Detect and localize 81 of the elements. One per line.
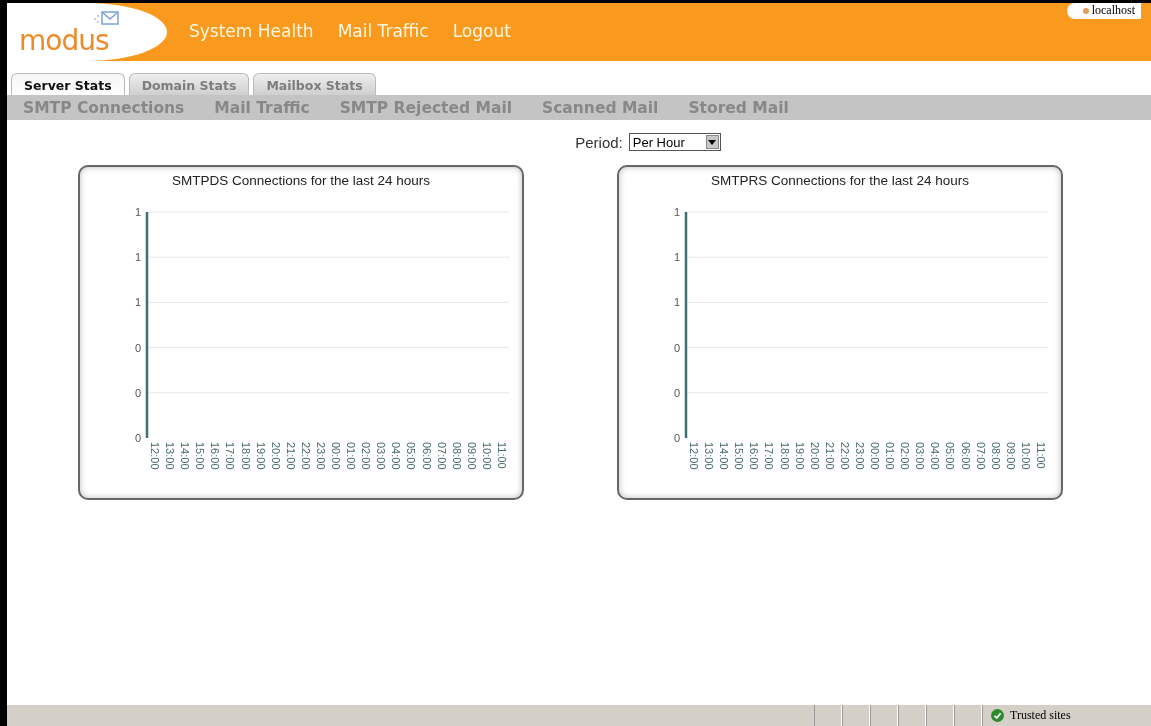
x-tick-label: 19:00 [254, 442, 267, 470]
period-dropdown[interactable]: Per Hour [628, 133, 721, 151]
x-tick-label: 18:00 [778, 442, 791, 470]
subnav-link[interactable]: SMTP Connections [23, 98, 185, 117]
x-tick-label: 21:00 [284, 442, 297, 470]
x-tick-label: 19:00 [793, 442, 806, 470]
x-tick-label: 23:00 [853, 442, 866, 470]
nav-link[interactable]: Mail Traffic [337, 21, 429, 41]
x-tick-label: 03:00 [914, 442, 927, 470]
chart-title: SMTPRS Connections for the last 24 hours [710, 173, 970, 188]
x-tick-label: 01:00 [345, 442, 358, 470]
logo[interactable]: modus [19, 24, 109, 57]
subnav-link[interactable]: Mail Traffic [214, 98, 310, 117]
host-name: localhost [1091, 3, 1135, 18]
y-tick-label: 0 [134, 432, 141, 444]
y-tick-label: 0 [673, 386, 680, 399]
x-tick-label: 08:00 [989, 442, 1002, 470]
status-dot-icon [1082, 7, 1089, 14]
x-tick-label: 21:00 [823, 442, 836, 470]
x-tick-label: 22:00 [299, 442, 312, 470]
x-tick-label: 00:00 [330, 442, 342, 470]
nav-link[interactable]: System Health [189, 21, 314, 41]
x-tick-label: 17:00 [763, 442, 776, 470]
x-tick-label: 14:00 [179, 442, 192, 470]
x-tick-label: 04:00 [929, 442, 942, 470]
nav-link[interactable]: Logout [452, 21, 511, 41]
subnav-link[interactable]: Stored Mail [688, 98, 789, 117]
x-tick-label: 09:00 [465, 442, 478, 470]
x-tick-label: 01:00 [884, 442, 897, 470]
x-tick-label: 12:00 [149, 442, 161, 470]
y-tick-label: 1 [673, 296, 680, 309]
x-tick-label: 02:00 [360, 442, 373, 470]
x-tick-label: 10:00 [480, 442, 493, 470]
x-tick-label: 10:00 [1019, 442, 1032, 470]
tab[interactable]: Server Stats [11, 73, 125, 95]
x-tick-label: 13:00 [164, 442, 177, 470]
x-tick-label: 11:00 [495, 442, 508, 469]
y-tick-label: 1 [673, 251, 680, 264]
y-tick-label: 1 [673, 206, 680, 218]
y-tick-label: 0 [673, 432, 680, 444]
x-tick-label: 22:00 [838, 442, 851, 470]
period-label: Period: [575, 133, 623, 151]
chart-title: SMTPDS Connections for the last 24 hours [171, 173, 431, 188]
x-tick-label: 13:00 [703, 442, 716, 470]
y-tick-label: 1 [134, 206, 141, 218]
x-tick-label: 07:00 [435, 442, 448, 470]
x-tick-label: 05:00 [405, 442, 418, 470]
y-tick-label: 0 [134, 341, 141, 354]
x-tick-label: 23:00 [314, 442, 327, 470]
y-tick-label: 1 [134, 296, 141, 309]
x-tick-label: 15:00 [733, 442, 746, 470]
x-tick-label: 14:00 [718, 442, 731, 470]
subnav-link[interactable]: Scanned Mail [542, 98, 659, 117]
y-tick-label: 1 [134, 251, 141, 264]
x-tick-label: 11:00 [1034, 442, 1047, 469]
subnav-link[interactable]: SMTP Rejected Mail [339, 98, 512, 117]
y-tick-label: 0 [673, 341, 680, 354]
x-tick-label: 05:00 [944, 442, 957, 470]
x-tick-label: 15:00 [194, 442, 207, 470]
x-tick-label: 06:00 [959, 442, 972, 470]
x-tick-label: 02:00 [899, 442, 912, 470]
envelope-icon [93, 11, 119, 27]
x-tick-label: 04:00 [390, 442, 403, 470]
x-tick-label: 18:00 [239, 442, 252, 470]
x-tick-label: 00:00 [869, 442, 881, 470]
x-tick-label: 16:00 [748, 442, 761, 470]
x-tick-label: 07:00 [974, 442, 987, 470]
x-tick-label: 09:00 [1004, 442, 1017, 470]
x-tick-label: 20:00 [808, 442, 821, 470]
tab[interactable]: Mailbox Stats [253, 73, 376, 95]
y-tick-label: 0 [134, 386, 141, 399]
x-tick-label: 06:00 [420, 442, 433, 470]
x-tick-label: 12:00 [688, 442, 700, 470]
x-tick-label: 16:00 [209, 442, 222, 470]
tab[interactable]: Domain Stats [128, 73, 250, 95]
check-icon [991, 709, 1004, 722]
x-tick-label: 08:00 [450, 442, 463, 470]
security-zone-label: Trusted sites [1010, 708, 1071, 723]
x-tick-label: 17:00 [224, 442, 237, 470]
x-tick-label: 20:00 [269, 442, 282, 470]
x-tick-label: 03:00 [375, 442, 388, 470]
